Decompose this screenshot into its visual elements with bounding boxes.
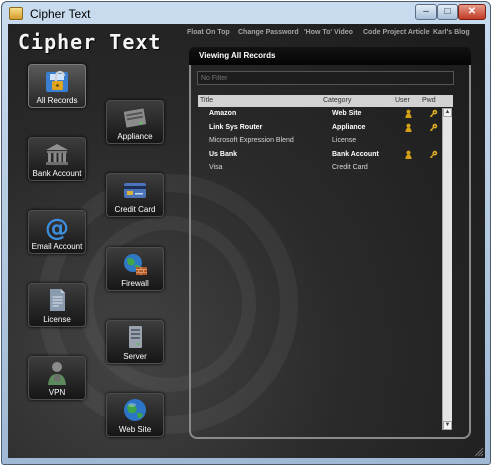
scroll-down-arrow-icon[interactable]: ▼ [443,421,452,430]
category-credit-card[interactable]: Credit Card [106,173,164,217]
copy-user-icon[interactable] [404,150,413,159]
record-category: Web Site [332,110,362,117]
category-bank-account[interactable]: Bank Account [28,137,86,181]
karls-blog-link[interactable]: Karl's Blog [433,29,470,36]
resize-grip-icon[interactable] [474,447,484,457]
record-category: Appliance [332,123,366,131]
category-vpn[interactable]: VPN [28,356,86,400]
document-icon [50,289,65,311]
bank-icon [46,144,68,165]
category-all-records[interactable]: All Records [28,64,86,108]
scroll-up-arrow-icon[interactable]: ▲ [443,108,452,117]
table-row[interactable]: Microsoft Expression Blend License [198,135,443,148]
records-grid: Amazon Web Site Link Sys Router Appliance Mi… [198,108,443,428]
category-label: Bank Account [32,169,82,178]
svg-text:@: @ [45,214,69,240]
app-title: Cipher Text [18,30,162,54]
category-web-site[interactable]: Web Site [106,393,164,437]
copy-user-icon[interactable] [404,123,413,132]
at-sign-icon: @ [45,214,69,240]
record-title: Us Bank [209,150,238,158]
window-title: Cipher Text [30,7,91,21]
app-window: Cipher Text – □ ✕ Cipher Text Float On T… [1,1,491,465]
copy-user-icon[interactable] [404,109,413,118]
category-label: VPN [48,388,66,397]
firewall-globe-icon [124,254,147,275]
float-on-top-link[interactable]: Float On Top [187,29,230,36]
record-title: Amazon [209,110,237,117]
globe-icon [124,399,146,421]
app-client-area: Cipher Text Float On Top Change Password… [8,24,485,458]
copy-password-key-icon[interactable] [429,123,438,132]
filter-input[interactable] [197,71,454,85]
record-category: Bank Account [332,150,379,158]
category-appliance[interactable]: Appliance [106,100,164,144]
column-header-user[interactable]: User [395,97,410,104]
minimize-button[interactable]: – [415,4,437,20]
unlocked-padlock-icon [46,70,68,92]
close-button[interactable]: ✕ [458,4,486,20]
code-project-article-link[interactable]: Code Project Article [363,29,430,36]
record-category: Credit Card [332,164,368,171]
table-row[interactable]: Visa Credit Card [198,162,443,175]
column-header-category[interactable]: Category [323,97,351,104]
table-row[interactable]: Us Bank Bank Account [198,149,443,162]
app-icon [9,7,23,20]
change-password-link[interactable]: Change Password [238,29,299,36]
record-category: License [332,137,357,144]
record-title: Link Sys Router [209,123,263,131]
category-license[interactable]: License [28,283,86,327]
copy-password-key-icon[interactable] [429,150,438,159]
records-grid-header: Title Category User Pwd [198,95,453,107]
category-server[interactable]: Server [106,320,164,364]
vpn-person-icon [48,362,66,385]
category-label: Appliance [117,132,153,141]
how-to-video-link[interactable]: 'How To' Video [304,29,353,36]
category-label: Server [123,352,147,361]
category-firewall[interactable]: Firewall [106,247,164,291]
column-header-pwd[interactable]: Pwd [422,97,436,104]
maximize-button[interactable]: □ [437,4,458,20]
category-label: License [43,315,71,324]
panel-title: Viewing All Records [199,51,276,60]
category-email-account[interactable]: @ Email Account [28,210,86,254]
record-title: Microsoft Expression Blend [209,137,294,144]
category-label: Credit Card [114,205,156,214]
record-title: Visa [209,164,223,171]
category-label: Web Site [118,425,152,434]
column-header-title[interactable]: Title [200,97,213,104]
table-row[interactable]: Amazon Web Site [198,108,443,121]
records-scrollbar[interactable]: ▲ ▼ [442,108,452,430]
server-icon [129,326,142,348]
category-label: Email Account [31,242,83,251]
category-label: All Records [36,96,78,105]
copy-password-key-icon[interactable] [429,109,438,118]
router-icon [123,108,147,128]
records-panel-header: Viewing All Records [189,47,471,65]
table-row[interactable]: Link Sys Router Appliance [198,122,443,135]
credit-card-icon [124,183,146,198]
window-titlebar[interactable]: Cipher Text – □ ✕ [2,2,490,26]
category-label: Firewall [121,279,149,288]
